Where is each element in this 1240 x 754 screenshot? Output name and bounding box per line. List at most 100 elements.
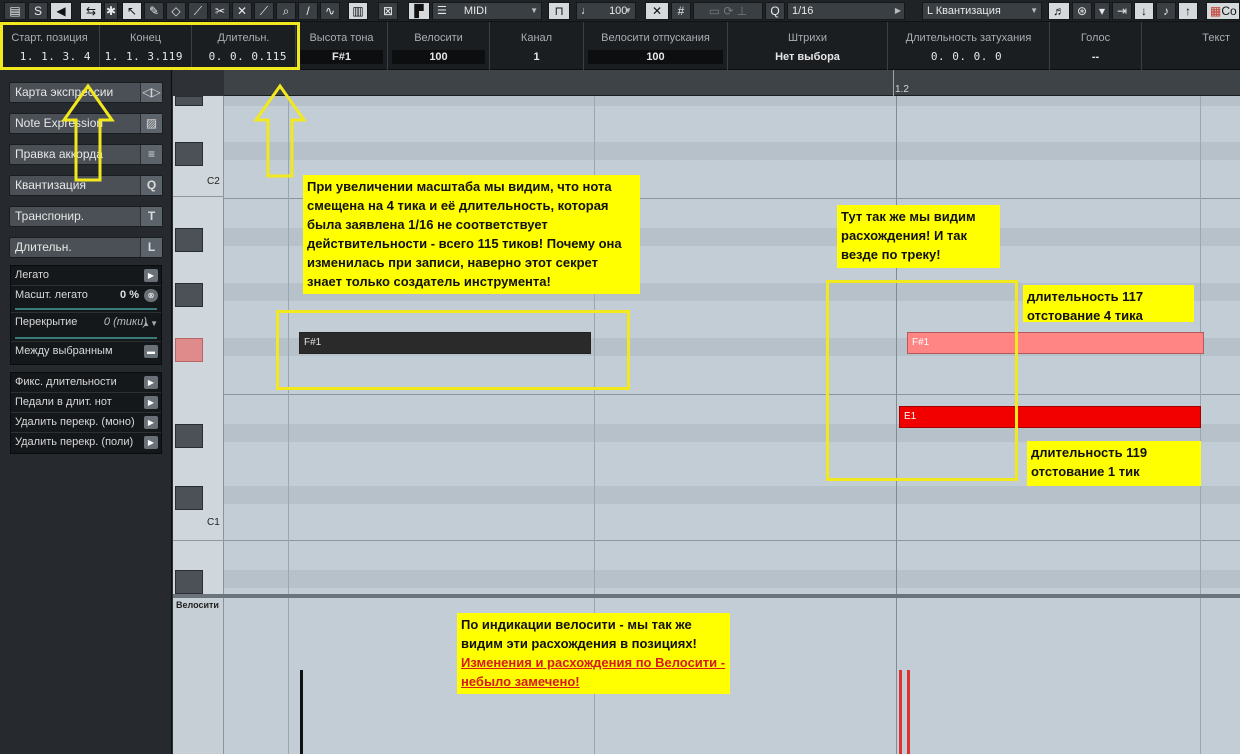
info-value[interactable]: 100 [392,50,485,64]
play-icon[interactable]: ▶ [144,396,158,409]
section-transpose[interactable]: Транспонир. T [9,206,163,227]
velocity-bar[interactable] [907,670,910,754]
velocity-bar[interactable] [300,670,303,754]
velocity-lane[interactable] [224,598,1240,754]
colors-dropdown[interactable]: ☰ MIDI ▼ [432,2,542,20]
callout-text: При увеличении масштаба мы видим, что но… [307,179,622,289]
zoom-tool-icon[interactable]: ⌕ [276,2,296,20]
event-color-icon[interactable]: ▛ [408,2,430,20]
black-key[interactable] [175,424,203,448]
step-down-icon[interactable]: ↓ [1134,2,1154,20]
play-icon[interactable]: ▶ [144,416,158,429]
legato-row[interactable]: Легато ▶ [11,266,161,286]
split-tool-icon[interactable]: ✂ [210,2,230,20]
legato-scale-row[interactable]: Масшт. легато 0 % ⊗ [11,286,161,313]
time-warp-icon[interactable]: ∿ [320,2,340,20]
play-icon[interactable]: ▶ [144,436,158,449]
solo-icon[interactable]: S [28,2,48,20]
more-icon[interactable]: ▾ [1094,2,1110,20]
black-key[interactable] [175,570,203,594]
note-velocity-icon: ♩ [581,5,592,17]
black-key[interactable] [175,486,203,510]
info-voice[interactable]: Голос -- [1050,22,1142,70]
delete-overlaps-poly-row[interactable]: Удалить перекр. (поли) ▶ [11,433,161,453]
reset-icon[interactable]: ⊗ [144,289,158,302]
velocity-lane-header[interactable]: Велосити [173,598,224,754]
trim-tool-icon[interactable]: ⟋ [188,2,208,20]
info-channel[interactable]: Канал 1 [490,22,584,70]
length-panel: Легато ▶ Масшт. легато 0 % ⊗ Перекрытие … [10,265,162,365]
section-chord-editing[interactable]: Правка аккорда ≡ [9,144,163,165]
row-label: Между выбранным [15,345,113,357]
info-value[interactable]: Нет выбора [732,50,883,64]
pencil-tool-icon[interactable]: ✎ [144,2,164,20]
line-tool-icon[interactable]: / [298,2,318,20]
quantize-dropdown[interactable]: 1/16 ▶ [787,2,905,20]
black-key-selected[interactable] [175,338,203,362]
part-editor-icon[interactable]: ⊠ [378,2,398,20]
row-value[interactable]: 0 % [120,286,139,305]
velocity-bar[interactable] [899,670,902,754]
glue-tool-icon[interactable]: ⟋ [254,2,274,20]
color-button[interactable]: ▦Co [1206,2,1240,20]
step-up-icon[interactable]: ↑ [1178,2,1198,20]
info-text[interactable]: Текст [1142,22,1240,70]
black-key-lane [224,96,1240,106]
row-value[interactable]: 0 (тики) [104,313,147,332]
speaker-icon[interactable]: ◀ [50,2,72,20]
info-value[interactable]: 100 [588,50,723,64]
autoscroll-icon[interactable]: ⇆ [80,2,102,20]
pointer-tool-icon[interactable]: ↖ [122,2,142,20]
grid-icon[interactable]: # [671,2,691,20]
callout-length-117: длительность 117 отстование 4 тика [1023,285,1194,323]
info-value[interactable]: F#1 [300,50,383,64]
info-release-velocity[interactable]: Велосити отпускания 100 [584,22,728,70]
play-icon[interactable]: ▶ [144,376,158,389]
delete-overlaps-mono-row[interactable]: Удалить перекр. (моно) ▶ [11,413,161,433]
info-value[interactable] [1146,50,1236,64]
section-length[interactable]: Длительн. L [9,237,163,258]
chord-icon[interactable]: ♬ [1048,2,1070,20]
info-value[interactable]: 1 [494,50,579,64]
section-note-expression[interactable]: Note Expression ▨ [9,113,163,134]
note-expression-icon: ▨ [140,114,162,133]
velocity-editor-icon[interactable]: ▥ [348,2,368,20]
stepper-icon[interactable]: ▲▼ [142,314,158,333]
info-value[interactable]: -- [1054,50,1137,64]
quantize-preset-dropdown[interactable]: L Квантизация ▼ [922,2,1042,20]
mute-tool-icon[interactable]: ✕ [232,2,252,20]
velocity-dropdown[interactable]: ♩ 100 ▼ [576,2,636,20]
independent-track-loop-icon[interactable]: ⇥ [1112,2,1132,20]
info-release-length[interactable]: Длительность затухания 0. 0. 0. 0 [888,22,1050,70]
snap-icon[interactable]: ✕ [645,2,669,20]
overlap-slider[interactable] [15,337,157,339]
overlap-row[interactable]: Перекрытие 0 (тики) ▲▼ [11,313,161,342]
star-icon[interactable]: ✱ [104,2,118,20]
black-key[interactable] [175,228,203,252]
legato-slider[interactable] [15,308,157,310]
play-icon[interactable]: ▶ [144,269,158,282]
section-quantize[interactable]: Квантизация Q [9,175,163,196]
midi-activity-icon[interactable]: ⊛ [1072,2,1092,20]
black-key[interactable] [175,283,203,307]
note-icon[interactable]: ♪ [1156,2,1176,20]
fixed-lengths-row[interactable]: Фикс. длительности ▶ [11,373,161,393]
section-expression-map[interactable]: Карта экспрессии ◁▷ [9,82,163,103]
minus-icon[interactable]: ▬ [144,345,158,358]
between-selected-row[interactable]: Между выбранным ▬ [11,342,161,362]
ruler[interactable]: 1.2 [224,70,1240,96]
inspector-toggle-icon[interactable]: ▤ [4,2,26,20]
info-value[interactable]: 0. 0. 0. 0 [892,50,1045,64]
info-pitch[interactable]: Высота тона F#1 [296,22,388,70]
black-key[interactable] [175,142,203,166]
quantize-icon: Q [140,176,162,195]
quantize-icon[interactable]: Q [765,2,785,20]
info-articulations[interactable]: Штрихи Нет выбора [728,22,888,70]
piano-keyboard[interactable]: C2 C1 [173,96,224,594]
step-input-icon[interactable]: ⊓ [548,2,570,20]
black-key[interactable] [175,96,203,106]
eraser-tool-icon[interactable]: ◇ [166,2,186,20]
grid-options[interactable]: ▭ ⟳ ⊥ [693,2,763,20]
pedals-to-length-row[interactable]: Педали в длит. нот ▶ [11,393,161,413]
info-velocity[interactable]: Велосити 100 [388,22,490,70]
